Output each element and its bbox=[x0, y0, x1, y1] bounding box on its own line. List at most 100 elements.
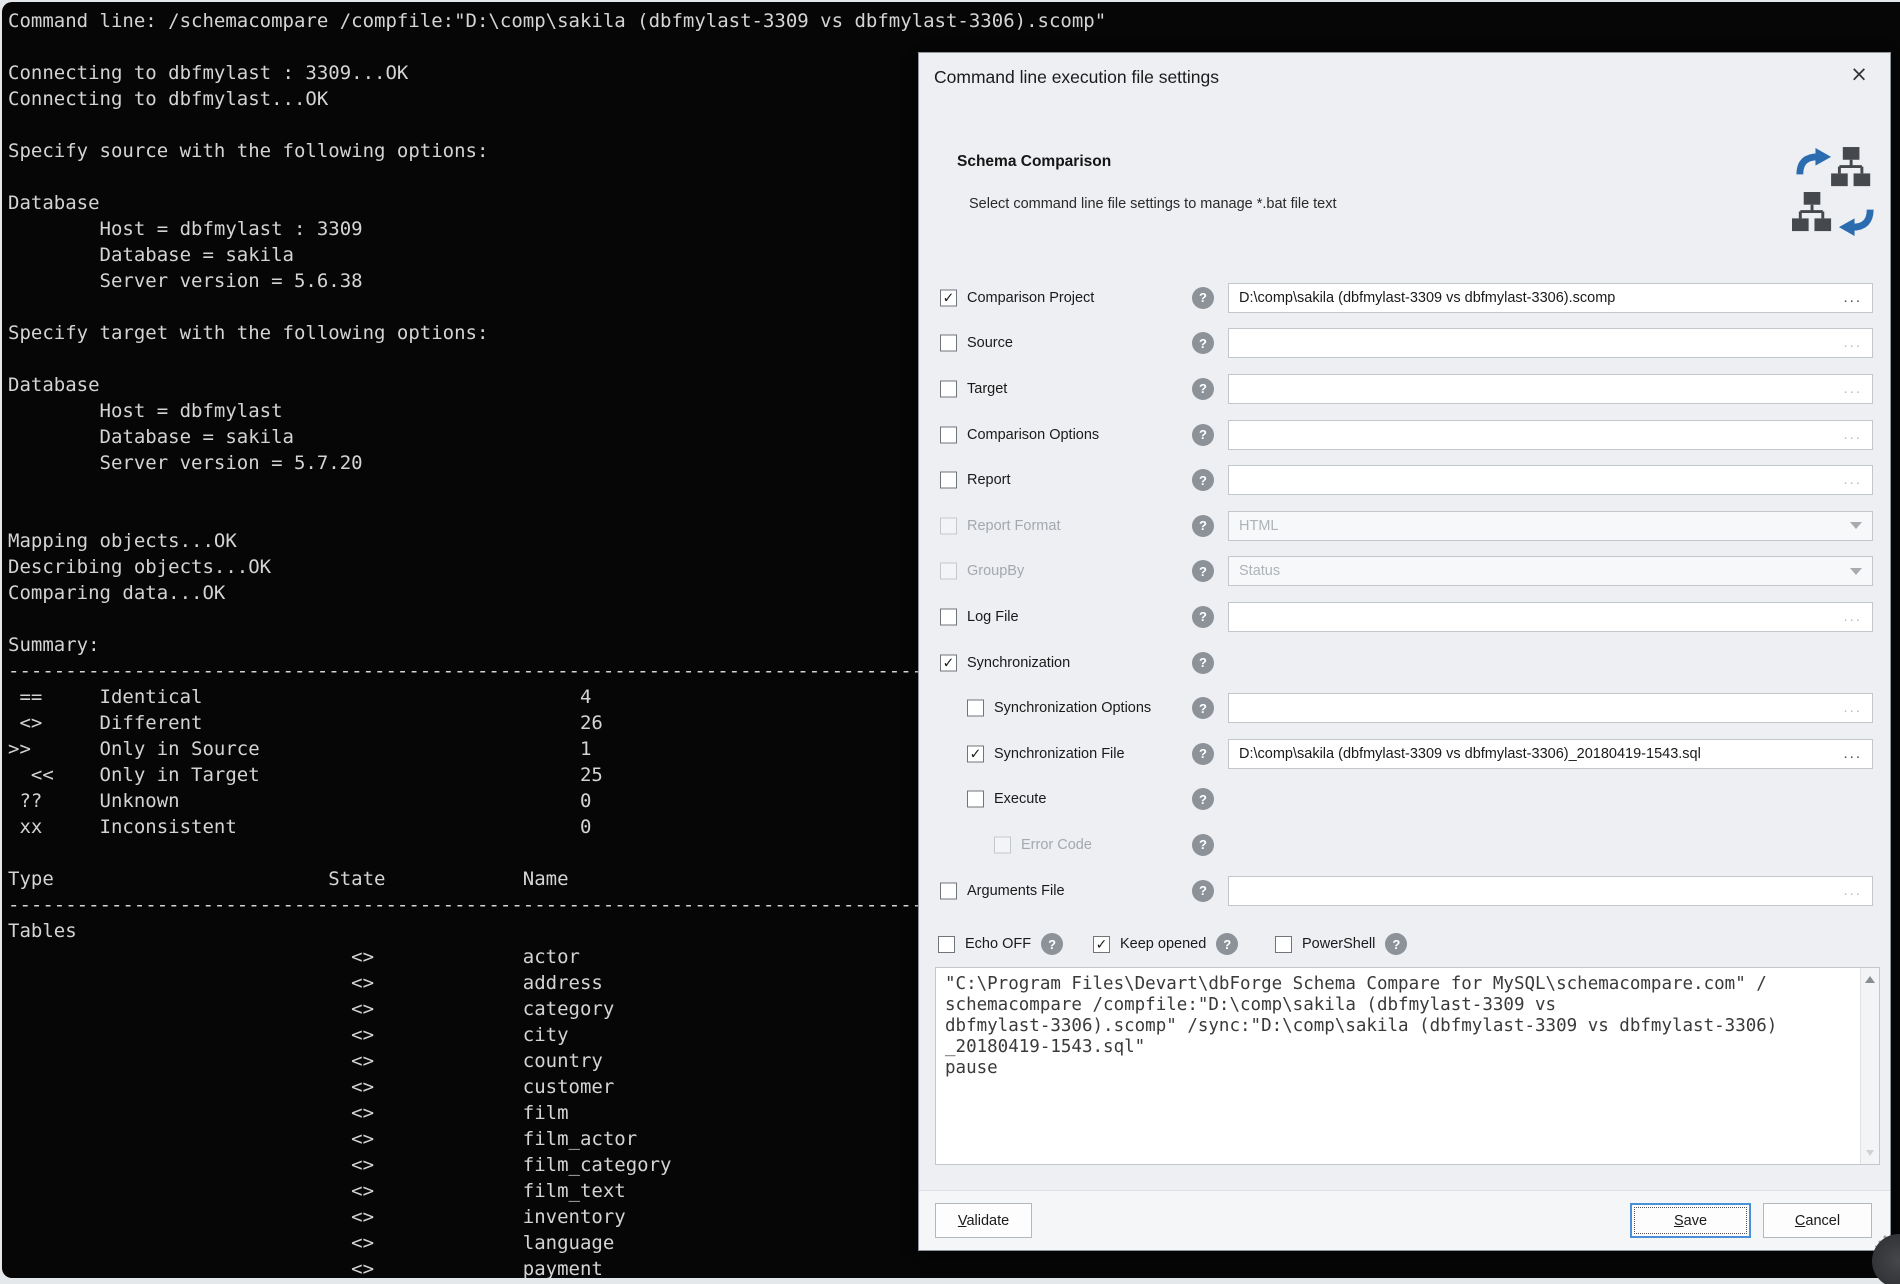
browse-button[interactable]: ... bbox=[1843, 749, 1862, 759]
scroll-down-icon[interactable] bbox=[1861, 1144, 1879, 1162]
error-code-checkbox[interactable] bbox=[994, 836, 1011, 853]
report-format-checkbox[interactable] bbox=[940, 517, 957, 534]
synchronization-file-field[interactable]: D:\comp\sakila (dbfmylast-3309 vs dbfmyl… bbox=[1228, 739, 1873, 769]
bat-file-text[interactable]: "C:\Program Files\Devart\dbForge Schema … bbox=[945, 974, 1853, 1160]
groupby-field[interactable]: Status bbox=[1228, 556, 1873, 586]
chevron-down-icon[interactable] bbox=[1850, 568, 1862, 575]
row-label: Synchronization Options bbox=[994, 700, 1151, 716]
option-label: PowerShell bbox=[1302, 936, 1375, 952]
synchronization-options-field[interactable]: ... bbox=[1228, 693, 1873, 723]
option-label: Echo OFF bbox=[965, 936, 1031, 952]
field-value: Status bbox=[1239, 563, 1850, 579]
help-icon[interactable]: ? bbox=[1192, 424, 1214, 446]
cancel-button[interactable]: Cancel bbox=[1763, 1203, 1872, 1238]
comparison-project-field[interactable]: D:\comp\sakila (dbfmylast-3309 vs dbfmyl… bbox=[1228, 283, 1873, 313]
comparison-project-checkbox[interactable] bbox=[940, 289, 957, 306]
help-icon[interactable]: ? bbox=[1192, 332, 1214, 354]
chevron-down-icon[interactable] bbox=[1850, 522, 1862, 529]
browse-button[interactable]: ... bbox=[1843, 293, 1862, 303]
execute-checkbox[interactable] bbox=[967, 791, 984, 808]
help-icon[interactable]: ? bbox=[1192, 378, 1214, 400]
settings-row: Arguments File ? ... bbox=[919, 868, 1890, 914]
field-value: D:\comp\sakila (dbfmylast-3309 vs dbfmyl… bbox=[1239, 290, 1843, 306]
screen: Command line: /schemacompare /compfile:"… bbox=[0, 0, 1900, 1284]
settings-row: Target ? ... bbox=[919, 366, 1890, 412]
section-title: Schema Comparison bbox=[957, 153, 1111, 171]
keep-opened-checkbox[interactable] bbox=[1093, 936, 1110, 953]
browse-button[interactable]: ... bbox=[1843, 475, 1862, 485]
log-file-field[interactable]: ... bbox=[1228, 602, 1873, 632]
settings-row: Comparison Project ? D:\comp\sakila (dbf… bbox=[919, 275, 1890, 321]
comparison-options-field[interactable]: ... bbox=[1228, 420, 1873, 450]
synchronization-checkbox[interactable] bbox=[940, 654, 957, 671]
schema-compare-icon bbox=[1792, 145, 1878, 244]
section-subtitle: Select command line file settings to man… bbox=[969, 196, 1337, 212]
settings-row: Synchronization File ? D:\comp\sakila (d… bbox=[919, 731, 1890, 777]
help-icon[interactable]: ? bbox=[1192, 560, 1214, 582]
settings-row: Log File ? ... bbox=[919, 594, 1890, 640]
settings-row: Source ? ... bbox=[919, 321, 1890, 367]
save-button[interactable]: Save bbox=[1630, 1203, 1751, 1238]
groupby-checkbox[interactable] bbox=[940, 563, 957, 580]
row-label: Source bbox=[967, 335, 1013, 351]
row-label: Synchronization bbox=[967, 655, 1070, 671]
help-icon[interactable]: ? bbox=[1192, 834, 1214, 856]
row-label: Execute bbox=[994, 791, 1046, 807]
field-value: HTML bbox=[1239, 518, 1850, 534]
row-label: Arguments File bbox=[967, 883, 1065, 899]
target-checkbox[interactable] bbox=[940, 380, 957, 397]
close-icon[interactable]: × bbox=[1844, 59, 1874, 89]
row-label: Report bbox=[967, 472, 1011, 488]
row-label: Synchronization File bbox=[994, 746, 1125, 762]
validate-button[interactable]: Validate bbox=[935, 1203, 1032, 1238]
comparison-options-checkbox[interactable] bbox=[940, 426, 957, 443]
help-icon[interactable]: ? bbox=[1192, 743, 1214, 765]
powershell-checkbox[interactable] bbox=[1275, 936, 1292, 953]
scrollbar[interactable] bbox=[1860, 968, 1879, 1164]
report-checkbox[interactable] bbox=[940, 472, 957, 489]
log-file-checkbox[interactable] bbox=[940, 608, 957, 625]
help-icon[interactable]: ? bbox=[1041, 933, 1063, 955]
synchronization-file-checkbox[interactable] bbox=[967, 745, 984, 762]
report-field[interactable]: ... bbox=[1228, 465, 1873, 495]
settings-row: Execute ? bbox=[919, 777, 1890, 823]
settings-row: Synchronization ? bbox=[919, 640, 1890, 686]
settings-row: Comparison Options ? ... bbox=[919, 412, 1890, 458]
scroll-up-icon[interactable] bbox=[1861, 970, 1879, 988]
source-field[interactable]: ... bbox=[1228, 328, 1873, 358]
row-label: Log File bbox=[967, 609, 1019, 625]
arguments-file-checkbox[interactable] bbox=[940, 882, 957, 899]
browse-button[interactable]: ... bbox=[1843, 338, 1862, 348]
bat-file-textbox[interactable]: "C:\Program Files\Devart\dbForge Schema … bbox=[935, 967, 1880, 1165]
settings-rows: Comparison Project ? D:\comp\sakila (dbf… bbox=[919, 275, 1890, 913]
browse-button[interactable]: ... bbox=[1843, 886, 1862, 896]
help-icon[interactable]: ? bbox=[1192, 287, 1214, 309]
settings-row: Synchronization Options ? ... bbox=[919, 685, 1890, 731]
help-icon[interactable]: ? bbox=[1192, 606, 1214, 628]
echo-off-checkbox[interactable] bbox=[938, 936, 955, 953]
browse-button[interactable]: ... bbox=[1843, 430, 1862, 440]
option-label: Keep opened bbox=[1120, 936, 1206, 952]
browse-button[interactable]: ... bbox=[1843, 612, 1862, 622]
help-icon[interactable]: ? bbox=[1192, 515, 1214, 537]
browse-button[interactable]: ... bbox=[1843, 384, 1862, 394]
option-checkbox-group: Echo OFF ? bbox=[938, 929, 1063, 959]
help-icon[interactable]: ? bbox=[1385, 933, 1407, 955]
field-value: D:\comp\sakila (dbfmylast-3309 vs dbfmyl… bbox=[1239, 746, 1843, 762]
help-icon[interactable]: ? bbox=[1192, 880, 1214, 902]
dialog-footer: Validate Save Cancel bbox=[919, 1190, 1890, 1250]
dialog-command-line-settings: Command line execution file settings × S… bbox=[919, 53, 1890, 1250]
help-icon[interactable]: ? bbox=[1192, 652, 1214, 674]
browse-button[interactable]: ... bbox=[1843, 703, 1862, 713]
help-icon[interactable]: ? bbox=[1192, 697, 1214, 719]
synchronization-options-checkbox[interactable] bbox=[967, 700, 984, 717]
source-checkbox[interactable] bbox=[940, 335, 957, 352]
help-icon[interactable]: ? bbox=[1216, 933, 1238, 955]
arguments-file-field[interactable]: ... bbox=[1228, 876, 1873, 906]
help-icon[interactable]: ? bbox=[1192, 788, 1214, 810]
row-label: Report Format bbox=[967, 518, 1060, 534]
help-icon[interactable]: ? bbox=[1192, 469, 1214, 491]
report-format-field[interactable]: HTML bbox=[1228, 511, 1873, 541]
settings-row: Error Code ? bbox=[919, 822, 1890, 868]
target-field[interactable]: ... bbox=[1228, 374, 1873, 404]
